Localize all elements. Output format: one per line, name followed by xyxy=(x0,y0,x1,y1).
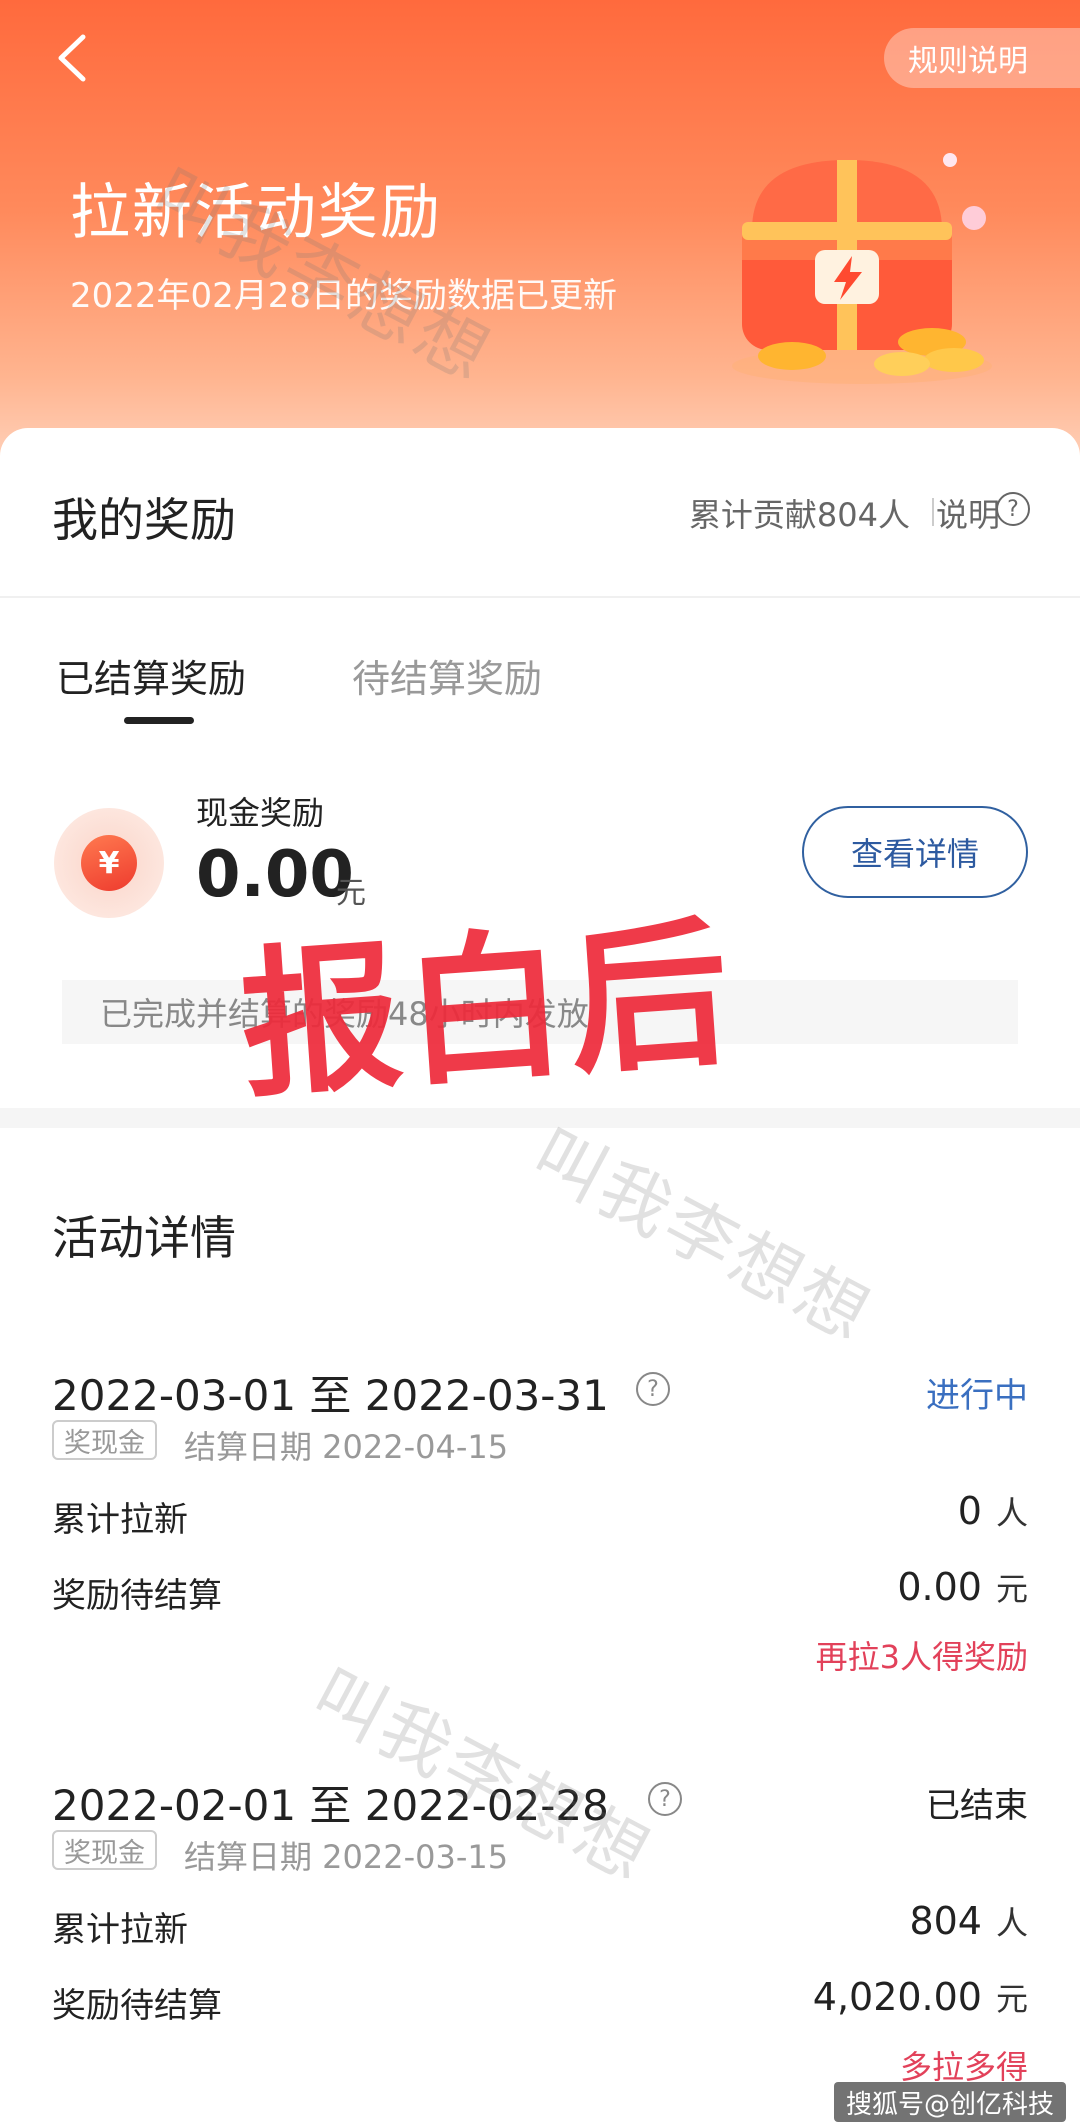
stamp-overlay: 报白后 xyxy=(234,898,739,1120)
view-details-button[interactable]: 查看详情 xyxy=(802,806,1028,898)
help-icon[interactable]: ? xyxy=(636,1372,670,1406)
source-watermark: 搜狐号@创亿科技 xyxy=(833,2082,1066,2122)
tab-pending[interactable]: 待结算奖励 xyxy=(352,648,542,703)
tab-indicator xyxy=(124,717,194,724)
promo-text: 再拉3人得奖励 xyxy=(815,1638,1028,1676)
settle-date: 结算日期 2022-04-15 xyxy=(184,1428,509,1466)
coin-icon: ¥ xyxy=(54,808,164,918)
back-button[interactable] xyxy=(42,28,102,88)
new-users-label: 累计拉新 xyxy=(52,1500,188,1540)
new-users-value: 0人 xyxy=(957,1489,1028,1533)
divider xyxy=(932,498,934,526)
divider xyxy=(0,596,1080,598)
pending-reward-value: 0.00 元 xyxy=(897,1565,1028,1609)
pending-reward-label: 奖励待结算 xyxy=(52,1576,222,1616)
reward-type-tag: 奖现金 xyxy=(52,1830,157,1870)
help-icon[interactable]: ? xyxy=(996,492,1030,526)
tab-settled[interactable]: 已结算奖励 xyxy=(56,648,246,703)
pending-reward-value: 4,020.00 元 xyxy=(812,1975,1028,2019)
chevron-left-icon xyxy=(58,34,86,82)
status-badge: 已结束 xyxy=(926,1786,1028,1826)
reward-type-tag: 奖现金 xyxy=(52,1420,157,1460)
section-title: 活动详情 xyxy=(52,1211,236,1265)
contribution-count: 累计贡献804人 xyxy=(688,496,910,534)
activity-details-card: 活动详情 2022-03-01 至 2022-03-31 ? 进行中 奖现金 结… xyxy=(0,1128,1080,2128)
cash-reward-label: 现金奖励 xyxy=(196,794,325,832)
status-badge: 进行中 xyxy=(926,1376,1028,1416)
yuan-icon: ¥ xyxy=(81,835,137,891)
settle-date: 结算日期 2022-03-15 xyxy=(184,1838,509,1876)
new-users-value: 804 人 xyxy=(909,1899,1028,1943)
explain-link[interactable]: 说明 xyxy=(936,490,1000,536)
period-dates: 2022-03-01 至 2022-03-31 xyxy=(52,1371,609,1420)
treasure-chest-icon xyxy=(732,153,992,384)
new-users-label: 累计拉新 xyxy=(52,1910,188,1950)
pending-reward-label: 奖励待结算 xyxy=(52,1986,222,2026)
section-title: 我的奖励 xyxy=(52,493,236,547)
rules-button[interactable]: 规则说明 xyxy=(884,28,1080,88)
